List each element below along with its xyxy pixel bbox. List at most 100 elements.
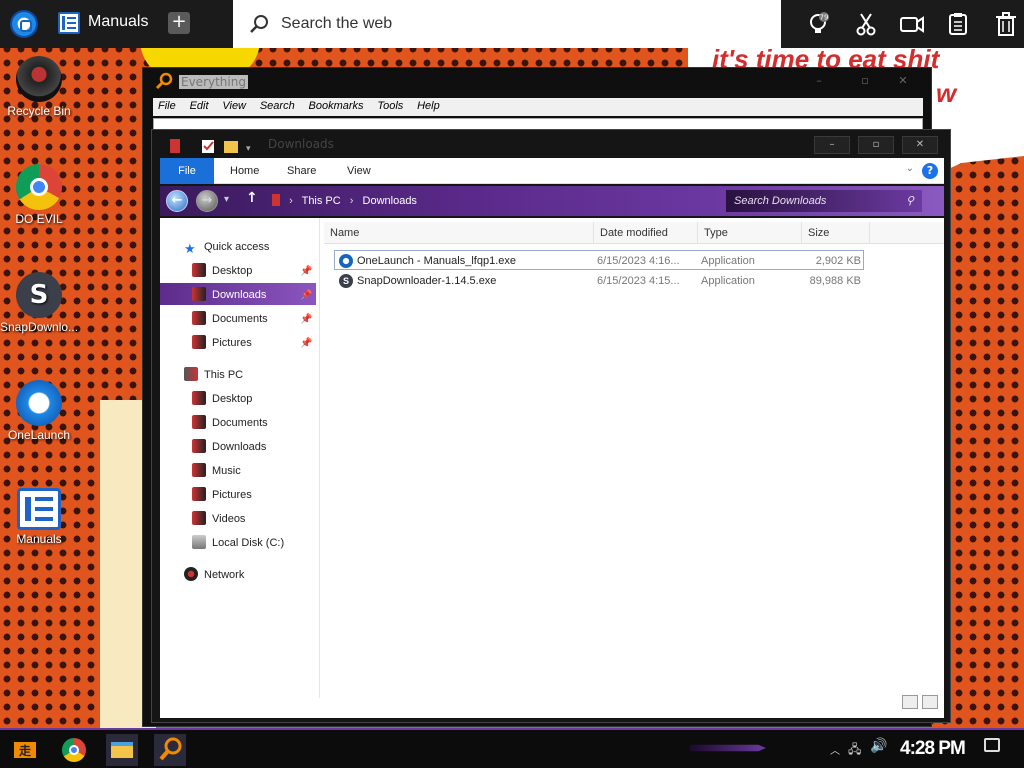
pin-icon[interactable]: 📌 [300,266,312,277]
navigation-pane: ★ Quick access Desktop 📌 Downloads 📌 Docu… [160,218,320,698]
pin-icon[interactable]: 📌 [300,290,312,301]
recent-locations-chevron-icon[interactable]: ▾ [224,194,229,205]
pin-icon[interactable]: 📌 [300,338,312,349]
tab-file[interactable]: File [160,158,214,184]
nav-quick-access[interactable]: ★ Quick access [184,236,269,258]
menu-help[interactable]: Help [412,98,445,114]
documents-folder-icon [192,311,206,325]
network-status-icon[interactable]: 🖧 [848,740,861,761]
action-center-icon[interactable] [984,738,1000,752]
up-arrow-icon[interactable]: ↑ [246,190,258,206]
tab-view[interactable]: View [347,158,371,184]
file-row[interactable]: S SnapDownloader-1.14.5.exe 6/15/2023 4:… [334,271,864,291]
menu-bookmarks[interactable]: Bookmarks [304,98,369,114]
address-bar[interactable]: › This PC › Downloads [272,190,417,212]
file-date: 6/15/2023 4:16... [597,255,680,267]
help-icon[interactable]: ? [922,163,938,179]
nav-pc-music[interactable]: Music [192,460,241,482]
menu-tools[interactable]: Tools [372,98,408,114]
onelaunch-icon [16,380,62,426]
forward-arrow-icon[interactable]: → [196,190,218,212]
desktop-icon-manuals[interactable]: Manuals [0,488,78,546]
desktop-icon-do-evil[interactable]: DO EVIL [0,164,78,226]
nav-pc-videos[interactable]: Videos [192,508,245,530]
menu-file[interactable]: File [153,98,181,114]
search-icon: ⚲ [905,195,914,207]
recycle-bin-icon [16,56,62,102]
desktop-icon-onelaunch[interactable]: OneLaunch [0,380,78,442]
file-date: 6/15/2023 4:15... [597,275,680,287]
notification-badge: 79 [820,14,829,22]
nav-quick-pictures[interactable]: Pictures [192,332,252,354]
nav-pc-pictures[interactable]: Pictures [192,484,252,506]
nav-pc-desktop[interactable]: Desktop [192,388,252,410]
tab-share[interactable]: Share [287,158,316,184]
column-date-modified[interactable]: Date modified [594,222,698,244]
new-folder-icon [224,141,238,153]
taskbar: 走 ︿ 🖧 🔊 4:28 PM [0,728,1024,768]
menu-search[interactable]: Search [255,98,300,114]
taskbar-file-explorer-icon[interactable] [106,734,138,766]
file-row[interactable]: OneLaunch - Manuals_lfqp1.exe 6/15/2023 … [334,250,864,270]
explorer-minimize-button[interactable]: – [814,136,850,154]
file-size: 2,902 KB [815,255,861,267]
pictures-folder-icon [192,335,206,349]
light-bulb-icon[interactable]: 79 [804,10,832,38]
scissors-icon[interactable] [852,10,880,38]
quick-access-toolbar: ▾ [166,136,262,156]
file-size: 89,988 KB [809,275,861,287]
ribbon-expand-chevron-icon[interactable]: ⌄ [906,163,914,174]
manuals-tab-label[interactable]: Manuals [88,13,148,31]
nav-quick-downloads[interactable]: Downloads [192,284,266,306]
everything-title: Everything [179,75,248,89]
nav-network[interactable]: Network [184,564,244,586]
column-size[interactable]: Size [802,222,870,244]
nav-quick-desktop[interactable]: Desktop [192,260,252,282]
breadcrumb-this-pc[interactable]: This PC [302,195,341,207]
documents-folder-icon [192,415,206,429]
taskbar-clock[interactable]: 4:28 PM [900,738,966,760]
volume-icon[interactable]: 🔊 [870,738,887,754]
breadcrumb-downloads[interactable]: Downloads [363,195,417,207]
taskbar-everything-icon[interactable] [154,734,186,766]
explorer-maximize-button[interactable]: ▫ [858,136,894,154]
nav-pc-local-disk[interactable]: Local Disk (C:) [192,532,284,554]
snapdownloader-icon: S [16,272,62,318]
web-search-input[interactable] [281,12,761,36]
clipboard-icon[interactable] [944,10,972,38]
desktop-icon-snapdownloader[interactable]: S SnapDownlo... [0,272,78,334]
column-name[interactable]: Name [324,222,594,244]
web-search-box[interactable] [233,0,781,48]
large-icons-view-icon[interactable] [922,695,938,709]
folder-search-input[interactable] [734,195,904,207]
onelaunch-logo-icon[interactable] [10,10,38,38]
new-tab-button[interactable]: + [168,12,190,34]
manuals-tab-icon [58,12,80,34]
tab-home[interactable]: Home [230,158,259,184]
everything-logo-icon [155,72,173,90]
details-view-icon[interactable] [902,695,918,709]
trash-icon[interactable] [992,10,1020,38]
nav-pc-documents[interactable]: Documents [192,412,268,434]
nav-this-pc[interactable]: This PC [184,364,243,386]
file-list-header: Name Date modified Type Size [324,222,944,244]
everything-minimize-button[interactable]: – [799,74,839,90]
everything-close-button[interactable]: ✕ [883,74,923,90]
start-button-icon[interactable]: 走 [12,738,38,762]
show-hidden-icons-chevron-icon[interactable]: ︿ [830,742,840,757]
column-type[interactable]: Type [698,222,802,244]
star-icon: ★ [184,241,196,256]
menu-view[interactable]: View [217,98,251,114]
back-arrow-icon[interactable]: ← [166,190,188,212]
everything-maximize-button[interactable]: ▫ [845,74,885,90]
search-icon [250,15,268,33]
explorer-close-button[interactable]: ✕ [902,136,938,154]
menu-edit[interactable]: Edit [185,98,214,114]
nav-quick-documents[interactable]: Documents [192,308,268,330]
camera-icon[interactable] [898,10,926,38]
folder-search-box[interactable]: ⚲ [726,190,922,212]
desktop-icon-recycle-bin[interactable]: Recycle Bin [0,56,78,118]
nav-pc-downloads[interactable]: Downloads [192,436,266,458]
pin-icon[interactable]: 📌 [300,314,312,325]
taskbar-chrome-icon[interactable] [58,734,90,766]
